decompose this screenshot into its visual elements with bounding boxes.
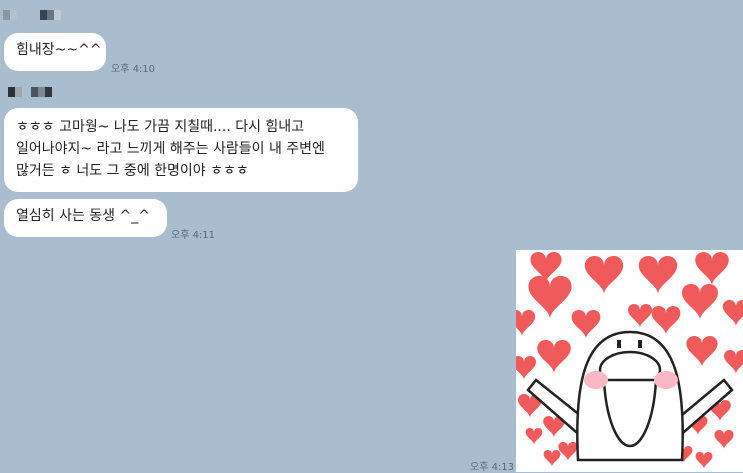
message-line: 많거든 ㅎ 너도 그 중에 한명이야 ㅎㅎㅎ: [16, 163, 249, 179]
message-time: 오후 4:13: [470, 462, 515, 473]
message-bubble[interactable]: 열심히 사는 동생 ^_^: [4, 199, 167, 237]
message-bubble[interactable]: 힘내장~~^^: [4, 33, 106, 71]
message-time: 오후 4:11: [171, 230, 216, 241]
message-text: 힘내장~~^^: [16, 42, 102, 58]
sticker-art: [516, 252, 743, 469]
message-text: 열심히 사는 동생 ^_^: [16, 208, 150, 224]
hearts-character-sticker[interactable]: [516, 250, 743, 472]
message-line: ㅎㅎㅎ 고마웡~ 나도 가끔 지칠때.... 다시 힘내고: [16, 119, 305, 135]
message-time: 오후 4:10: [111, 64, 156, 75]
message-line: 일어나야지~ 라고 느끼게 해주는 사람들이 내 주변엔: [16, 141, 325, 157]
message-bubble[interactable]: ㅎㅎㅎ 고마웡~ 나도 가끔 지칠때.... 다시 힘내고 일어나야지~ 라고 …: [4, 108, 358, 192]
